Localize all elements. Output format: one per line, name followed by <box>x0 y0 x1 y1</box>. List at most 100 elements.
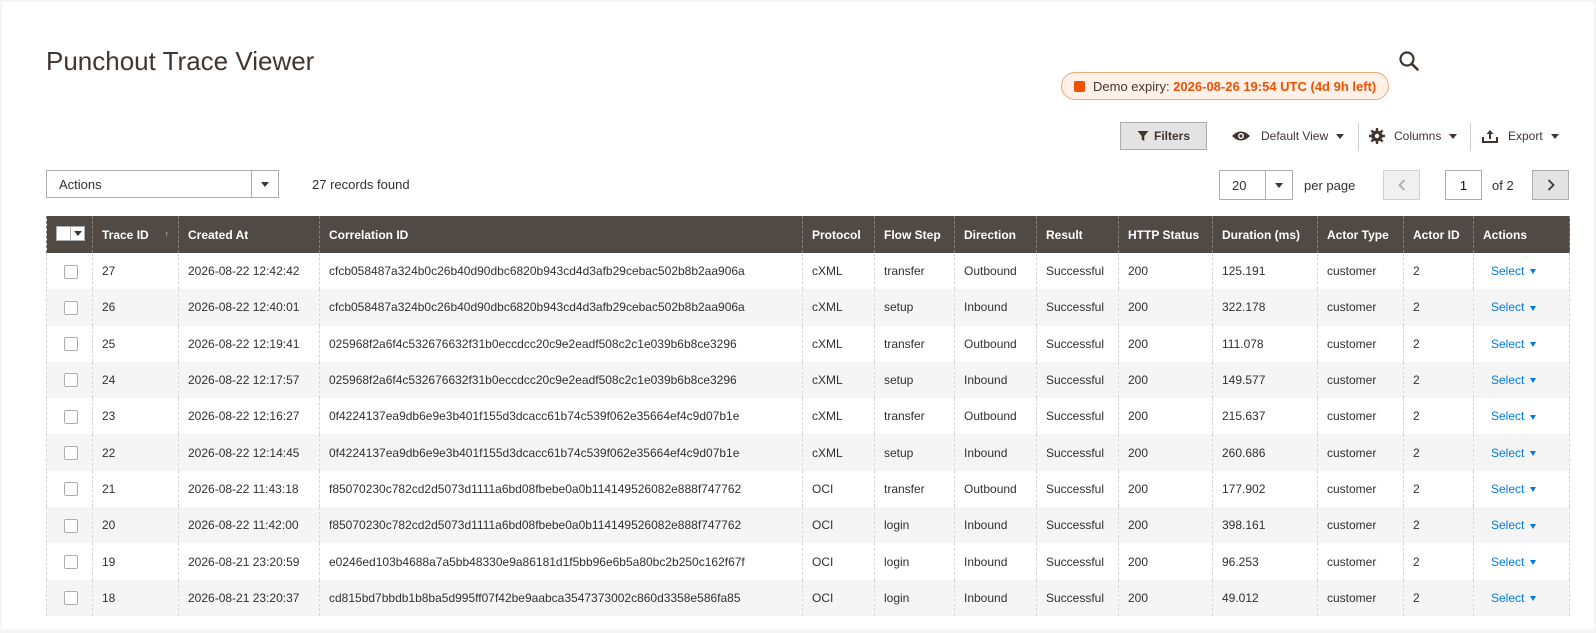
direction-cell: Inbound <box>954 289 1037 326</box>
total-pages-label: of 2 <box>1492 178 1514 193</box>
table-row[interactable]: 21 2026-08-22 11:43:18 f85070230c782cd2d50… <box>46 470 1570 508</box>
chevron-left-icon <box>1397 179 1405 191</box>
duration-cell: 322.178 <box>1212 289 1318 326</box>
created-at-cell: 2026-08-22 12:16:27 <box>178 398 320 435</box>
result-cell: Successful <box>1036 289 1119 326</box>
trace-id-cell: 26 <box>92 289 179 326</box>
actor-type-cell: customer <box>1317 470 1404 508</box>
result-cell: Successful <box>1036 325 1119 362</box>
mass-actions-select[interactable]: Actions <box>46 170 279 198</box>
flow-step-cell: login <box>874 543 955 580</box>
row-checkbox[interactable] <box>64 554 78 569</box>
correlation-id-cell: cfcb058487a324b0c26b40d90dbc6820b943cd4d… <box>319 289 803 326</box>
row-select-label: Select <box>1491 481 1525 496</box>
row-select-action[interactable]: Select <box>1491 446 1537 460</box>
column-header[interactable]: Actor ID <box>1403 216 1474 253</box>
row-select-action[interactable]: Select <box>1491 555 1537 569</box>
created-at-cell: 2026-08-22 12:17:57 <box>178 361 320 399</box>
global-search-button[interactable] <box>1398 50 1420 72</box>
table-row[interactable]: 24 2026-08-22 12:17:57 025968f2a6f4c532676… <box>46 361 1570 399</box>
row-checkbox[interactable] <box>64 373 78 388</box>
row-checkbox[interactable] <box>64 446 78 461</box>
result-cell: Successful <box>1036 253 1119 290</box>
trace-id-cell: 20 <box>92 507 179 544</box>
table-row[interactable]: 19 2026-08-21 23:20:59 e0246ed103b4688a7a5… <box>46 543 1570 580</box>
column-header[interactable]: Flow Step <box>874 216 955 253</box>
created-at-cell: 2026-08-22 12:19:41 <box>178 325 320 362</box>
actor-type-cell: customer <box>1317 543 1404 580</box>
current-page-input[interactable] <box>1445 170 1482 200</box>
row-select-label: Select <box>1491 590 1525 605</box>
duration-cell: 111.078 <box>1212 325 1318 362</box>
table-row[interactable]: 22 2026-08-22 12:14:45 0f4224137ea9db6e9e3… <box>46 434 1570 471</box>
demo-expiry-prefix: Demo expiry: <box>1093 78 1170 94</box>
row-checkbox[interactable] <box>64 264 78 279</box>
row-checkbox[interactable] <box>64 518 78 533</box>
chevron-down-icon <box>1530 414 1537 420</box>
column-header[interactable]: Actor Type <box>1317 216 1404 253</box>
column-header[interactable]: Duration (ms) <box>1212 216 1318 253</box>
row-select-action[interactable]: Select <box>1491 337 1537 351</box>
correlation-id-cell: 0f4224137ea9db6e9e3b401f155d3dcacc61b74c… <box>319 434 803 471</box>
actor-id-cell: 2 <box>1403 325 1474 362</box>
row-select-action[interactable]: Select <box>1491 590 1537 605</box>
row-select-action[interactable]: Select <box>1491 264 1537 278</box>
table-row[interactable]: 27 2026-08-22 12:42:42 cfcb058487a324b0c26… <box>46 253 1570 290</box>
export-dropdown[interactable]: Export <box>1482 122 1559 150</box>
columns-dropdown[interactable]: Columns <box>1369 122 1458 150</box>
actor-id-cell: 2 <box>1403 289 1474 326</box>
filters-button[interactable]: Filters <box>1120 122 1207 150</box>
row-checkbox[interactable] <box>64 409 78 424</box>
protocol-cell: OCI <box>802 507 875 544</box>
row-checkbox[interactable] <box>64 300 78 315</box>
created-at-cell: 2026-08-22 12:40:01 <box>178 289 320 326</box>
table-row[interactable]: 18 2026-08-21 23:20:37 cd815bd7bbdb1b8ba5d… <box>46 579 1570 616</box>
result-cell: Successful <box>1036 579 1119 616</box>
previous-page-button[interactable] <box>1383 170 1420 200</box>
per-page-select[interactable]: 20 <box>1219 170 1293 200</box>
mass-select-checkbox[interactable] <box>56 226 85 241</box>
default-view-dropdown[interactable]: Default View <box>1231 122 1345 150</box>
actor-id-cell: 2 <box>1403 543 1474 580</box>
row-select-action[interactable]: Select <box>1491 373 1537 387</box>
flow-step-cell: transfer <box>874 253 955 290</box>
created-at-cell: 2026-08-22 12:14:45 <box>178 434 320 471</box>
direction-cell: Inbound <box>954 361 1037 399</box>
next-page-button[interactable] <box>1532 170 1569 200</box>
column-header[interactable]: Direction <box>954 216 1037 253</box>
chevron-down-icon <box>1530 378 1537 384</box>
duration-cell: 125.191 <box>1212 253 1318 290</box>
table-row[interactable]: 26 2026-08-22 12:40:01 cfcb058487a324b0c26… <box>46 289 1570 326</box>
chevron-down-icon <box>1265 171 1292 199</box>
column-header[interactable]: HTTP Status <box>1118 216 1213 253</box>
column-header[interactable]: Created At <box>178 216 320 253</box>
column-header[interactable]: Correlation ID <box>319 216 803 253</box>
duration-cell: 49.012 <box>1212 579 1318 616</box>
table-row[interactable]: 20 2026-08-22 11:42:00 f85070230c782cd2d50… <box>46 507 1570 544</box>
duration-cell: 398.161 <box>1212 507 1318 544</box>
row-checkbox[interactable] <box>64 337 78 352</box>
row-checkbox[interactable] <box>64 482 78 497</box>
row-select-action[interactable]: Select <box>1491 518 1537 532</box>
flow-step-cell: login <box>874 579 955 616</box>
row-select-action[interactable]: Select <box>1491 409 1537 423</box>
row-checkbox-cell <box>46 289 93 326</box>
result-cell: Successful <box>1036 507 1119 544</box>
row-checkbox[interactable] <box>64 591 78 606</box>
export-icon <box>1482 130 1498 143</box>
actor-type-cell: customer <box>1317 398 1404 435</box>
trace-id-cell: 23 <box>92 398 179 435</box>
table-row[interactable]: 23 2026-08-22 12:16:27 0f4224137ea9db6e9e3… <box>46 398 1570 435</box>
row-select-action[interactable]: Select <box>1491 481 1537 496</box>
column-header[interactable]: Trace ID ↑ <box>92 216 179 253</box>
chevron-down-icon <box>70 227 84 240</box>
demo-expiry-badge: Demo expiry: 2026-08-26 19:54 UTC (4d 9h… <box>1061 72 1390 100</box>
column-header[interactable]: Protocol <box>802 216 875 253</box>
row-select-action[interactable]: Select <box>1491 300 1537 314</box>
mass-select-header[interactable] <box>46 216 93 253</box>
chevron-down-icon <box>1530 559 1537 565</box>
result-cell: Successful <box>1036 543 1119 580</box>
actor-type-cell: customer <box>1317 289 1404 326</box>
table-row[interactable]: 25 2026-08-22 12:19:41 025968f2a6f4c532676… <box>46 325 1570 362</box>
column-header[interactable]: Result <box>1036 216 1119 253</box>
